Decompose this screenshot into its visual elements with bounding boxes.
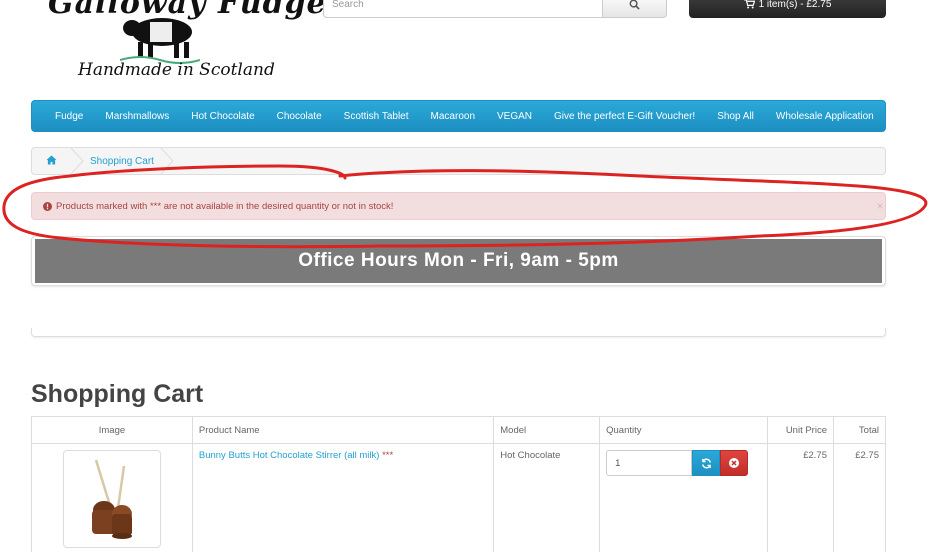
office-hours-banner: Office Hours Mon - Fri, 9am - 5pm	[31, 236, 886, 286]
empty-content-panel	[31, 328, 886, 337]
header-quantity: Quantity	[599, 416, 769, 444]
stock-alert: Products marked with *** are not availab…	[31, 192, 886, 220]
home-icon[interactable]	[46, 155, 57, 165]
header-total: Total	[833, 416, 886, 444]
page-title: Shopping Cart	[31, 380, 204, 408]
header-image: Image	[31, 416, 193, 444]
times-circle-icon	[729, 458, 740, 468]
logo-subtitle: Handmade in Scotland	[78, 60, 275, 80]
product-model: Hot Chocolate	[493, 443, 601, 552]
breadcrumb-separator-icon	[70, 147, 84, 175]
table-header-row: Image Product Name Model Quantity Unit P…	[31, 416, 886, 444]
line-total: £2.75	[833, 443, 886, 552]
breadcrumb-shopping-cart[interactable]: Shopping Cart	[90, 156, 154, 167]
office-hours-text: Office Hours Mon - Fri, 9am - 5pm	[35, 239, 882, 283]
update-quantity-button[interactable]	[692, 450, 721, 476]
product-name-cell: Bunny Butts Hot Chocolate Stirrer (all m…	[191, 443, 495, 552]
quantity-input[interactable]	[606, 450, 693, 476]
nav-item-fudge[interactable]: Fudge	[44, 111, 94, 122]
breadcrumb: Shopping Cart	[31, 147, 886, 175]
breadcrumb-separator-icon	[160, 147, 174, 175]
search-bar	[323, 0, 667, 18]
search-icon	[629, 0, 640, 10]
product-image-cell	[31, 443, 193, 552]
quantity-group	[606, 450, 761, 476]
nav-item-wholesale[interactable]: Wholesale Application	[765, 111, 885, 122]
nav-item-chocolate[interactable]: Chocolate	[266, 111, 333, 122]
cart-table: Image Product Name Model Quantity Unit P…	[31, 416, 886, 552]
nav-item-hot-chocolate[interactable]: Hot Chocolate	[180, 111, 265, 122]
header-model: Model	[493, 416, 601, 444]
shopping-cart-icon	[743, 0, 755, 9]
table-row: Bunny Butts Hot Chocolate Stirrer (all m…	[31, 443, 886, 552]
header-product-name: Product Name	[191, 416, 495, 444]
refresh-icon	[701, 458, 711, 468]
nav-item-vegan[interactable]: VEGAN	[486, 111, 543, 122]
unit-price: £2.75	[767, 443, 834, 552]
cow-icon	[120, 18, 200, 64]
exclamation-circle-icon	[43, 201, 52, 211]
nav-item-scottish-tablet[interactable]: Scottish Tablet	[333, 111, 420, 122]
out-of-stock-marker: ***	[382, 450, 394, 461]
remove-item-button[interactable]	[720, 450, 749, 476]
nav-item-marshmallows[interactable]: Marshmallows	[94, 111, 180, 122]
nav-item-macaroon[interactable]: Macaroon	[420, 111, 486, 122]
site-logo[interactable]: Galloway Fudge Handmade in Scotland	[42, 0, 326, 96]
product-image	[91, 459, 132, 539]
header-unit-price: Unit Price	[767, 416, 834, 444]
nav-item-gift-voucher[interactable]: Give the perfect E-Gift Voucher!	[543, 111, 706, 122]
nav-item-shop-all[interactable]: Shop All	[706, 111, 765, 122]
product-name-link[interactable]: Bunny Butts Hot Chocolate Stirrer (all m…	[199, 450, 380, 461]
cart-summary-button[interactable]: 1 item(s) - £2.75	[689, 0, 886, 18]
search-input[interactable]	[323, 0, 603, 18]
alert-close-button[interactable]: ×	[874, 199, 886, 213]
product-thumbnail[interactable]	[62, 450, 161, 548]
quantity-cell	[599, 443, 769, 552]
cart-summary-label: 1 item(s) - £2.75	[758, 0, 832, 10]
main-nav: Fudge Marshmallows Hot Chocolate Chocola…	[31, 100, 886, 132]
alert-message: Products marked with *** are not availab…	[56, 200, 394, 212]
search-button[interactable]	[603, 0, 667, 18]
